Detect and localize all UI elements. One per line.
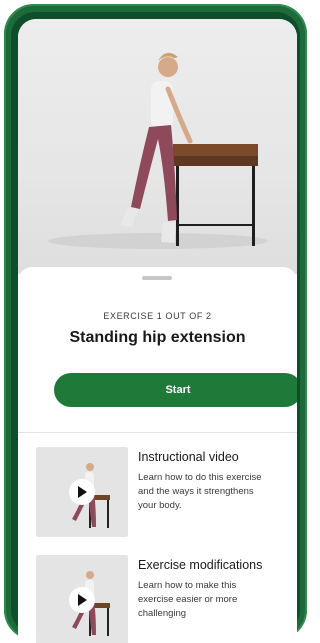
app-screen: EXERCISE 1 OUT OF 2 Standing hip extensi… bbox=[18, 19, 297, 643]
card-description: Learn how to do this exercise and the wa… bbox=[138, 472, 262, 511]
exercise-counter: EXERCISE 1 OUT OF 2 bbox=[103, 311, 212, 321]
play-icon[interactable] bbox=[69, 479, 95, 505]
exercise-title: Standing hip extension bbox=[69, 329, 246, 346]
play-icon[interactable] bbox=[69, 587, 95, 613]
start-button[interactable]: Start bbox=[54, 373, 297, 407]
video-thumbnail[interactable] bbox=[36, 447, 128, 537]
woman-at-desk-illustration bbox=[48, 52, 268, 249]
instructional-video-card[interactable]: Instructional video Learn how to do this… bbox=[36, 447, 292, 541]
video-thumbnail[interactable] bbox=[36, 555, 128, 643]
card-description: Learn how to make this exercise easier o… bbox=[138, 580, 238, 619]
card-title: Instructional video bbox=[138, 450, 239, 464]
exercise-sheet: EXERCISE 1 OUT OF 2 Standing hip extensi… bbox=[18, 267, 297, 643]
section-divider bbox=[18, 432, 297, 433]
card-title: Exercise modifications bbox=[138, 558, 263, 572]
exercise-hero-image bbox=[18, 19, 297, 274]
exercise-modifications-card[interactable]: Exercise modifications Learn how to make… bbox=[36, 555, 292, 643]
drag-handle[interactable] bbox=[142, 276, 172, 280]
